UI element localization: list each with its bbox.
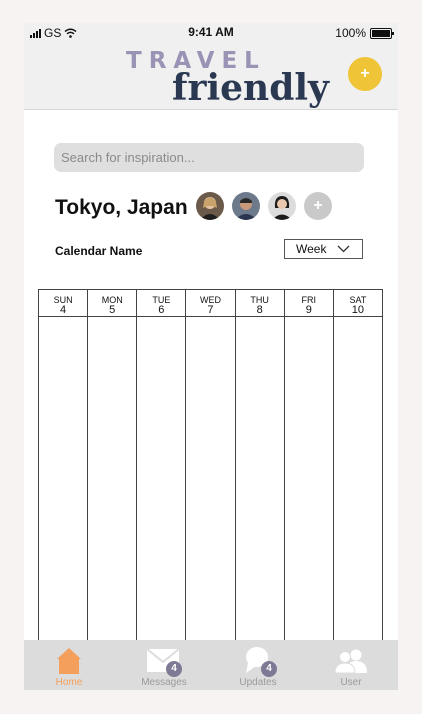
day-header: FRI 9 — [284, 290, 333, 317]
battery-status: 100% — [335, 26, 394, 40]
tab-user-label: User — [340, 677, 362, 688]
day-date: 4 — [60, 304, 67, 316]
messages-badge: 4 — [166, 661, 182, 677]
home-icon — [57, 648, 81, 674]
tab-messages[interactable]: 4 Messages — [124, 640, 204, 690]
day-date: 9 — [305, 304, 312, 316]
day-column-mon[interactable]: MON 5 — [88, 290, 138, 648]
search-input[interactable] — [54, 143, 364, 172]
day-header: MON 5 — [88, 290, 137, 317]
battery-percent: 100% — [335, 26, 366, 40]
day-header: THU 8 — [235, 290, 284, 317]
tab-user[interactable]: User — [311, 640, 391, 690]
calendar-name-label: Calendar Name — [55, 244, 143, 258]
day-column-sat[interactable]: SAT 10 — [333, 290, 382, 648]
battery-icon — [370, 27, 394, 39]
add-traveler-button[interactable]: + — [304, 192, 332, 220]
day-column-fri[interactable]: FRI 9 — [284, 290, 334, 648]
app-header: TRAVEL friendly + — [24, 43, 398, 110]
day-date: 6 — [158, 304, 165, 316]
day-date: 8 — [256, 304, 263, 316]
app-screen: GS 9:41 AM 100% TRAVEL friendly + Tokyo,… — [24, 23, 398, 690]
logo-friendly: friendly — [172, 67, 329, 109]
day-column-wed[interactable]: WED 7 — [186, 290, 236, 648]
day-column-sun[interactable]: SUN 4 — [39, 290, 89, 648]
day-column-thu[interactable]: THU 8 — [235, 290, 285, 648]
add-trip-button[interactable]: + — [348, 57, 382, 91]
day-date: 7 — [207, 304, 214, 316]
tab-updates[interactable]: 4 Updates — [218, 640, 298, 690]
day-header: TUE 6 — [137, 290, 186, 317]
tab-home[interactable]: Home — [29, 640, 109, 690]
calendar-view-select[interactable]: Week — [284, 239, 363, 259]
day-header: SAT 10 — [333, 290, 382, 317]
tab-messages-label: Messages — [141, 677, 187, 688]
day-header: SUN 4 — [39, 290, 88, 317]
tab-updates-label: Updates — [239, 677, 277, 688]
week-calendar: SUN 4 MON 5 TUE 6 WED 7 THU 8 FRI 9 SAT … — [38, 289, 383, 649]
bottom-tab-bar: Home 4 Messages 4 Updates User — [24, 640, 398, 690]
trip-city-title: Tokyo, Japan — [55, 196, 188, 219]
traveler-avatar-2[interactable] — [232, 192, 260, 220]
day-header: WED 7 — [186, 290, 235, 317]
tab-home-label: Home — [55, 677, 83, 688]
traveler-avatar-3[interactable] — [268, 192, 296, 220]
updates-badge: 4 — [261, 661, 277, 677]
day-date: 5 — [109, 304, 116, 316]
status-bar: GS 9:41 AM 100% — [24, 23, 398, 43]
day-date: 10 — [351, 304, 365, 316]
traveler-avatar-1[interactable] — [196, 192, 224, 220]
day-column-tue[interactable]: TUE 6 — [137, 290, 187, 648]
calendar-view-value: Week — [296, 242, 327, 256]
chevron-down-icon — [337, 245, 350, 253]
users-icon — [334, 649, 367, 673]
